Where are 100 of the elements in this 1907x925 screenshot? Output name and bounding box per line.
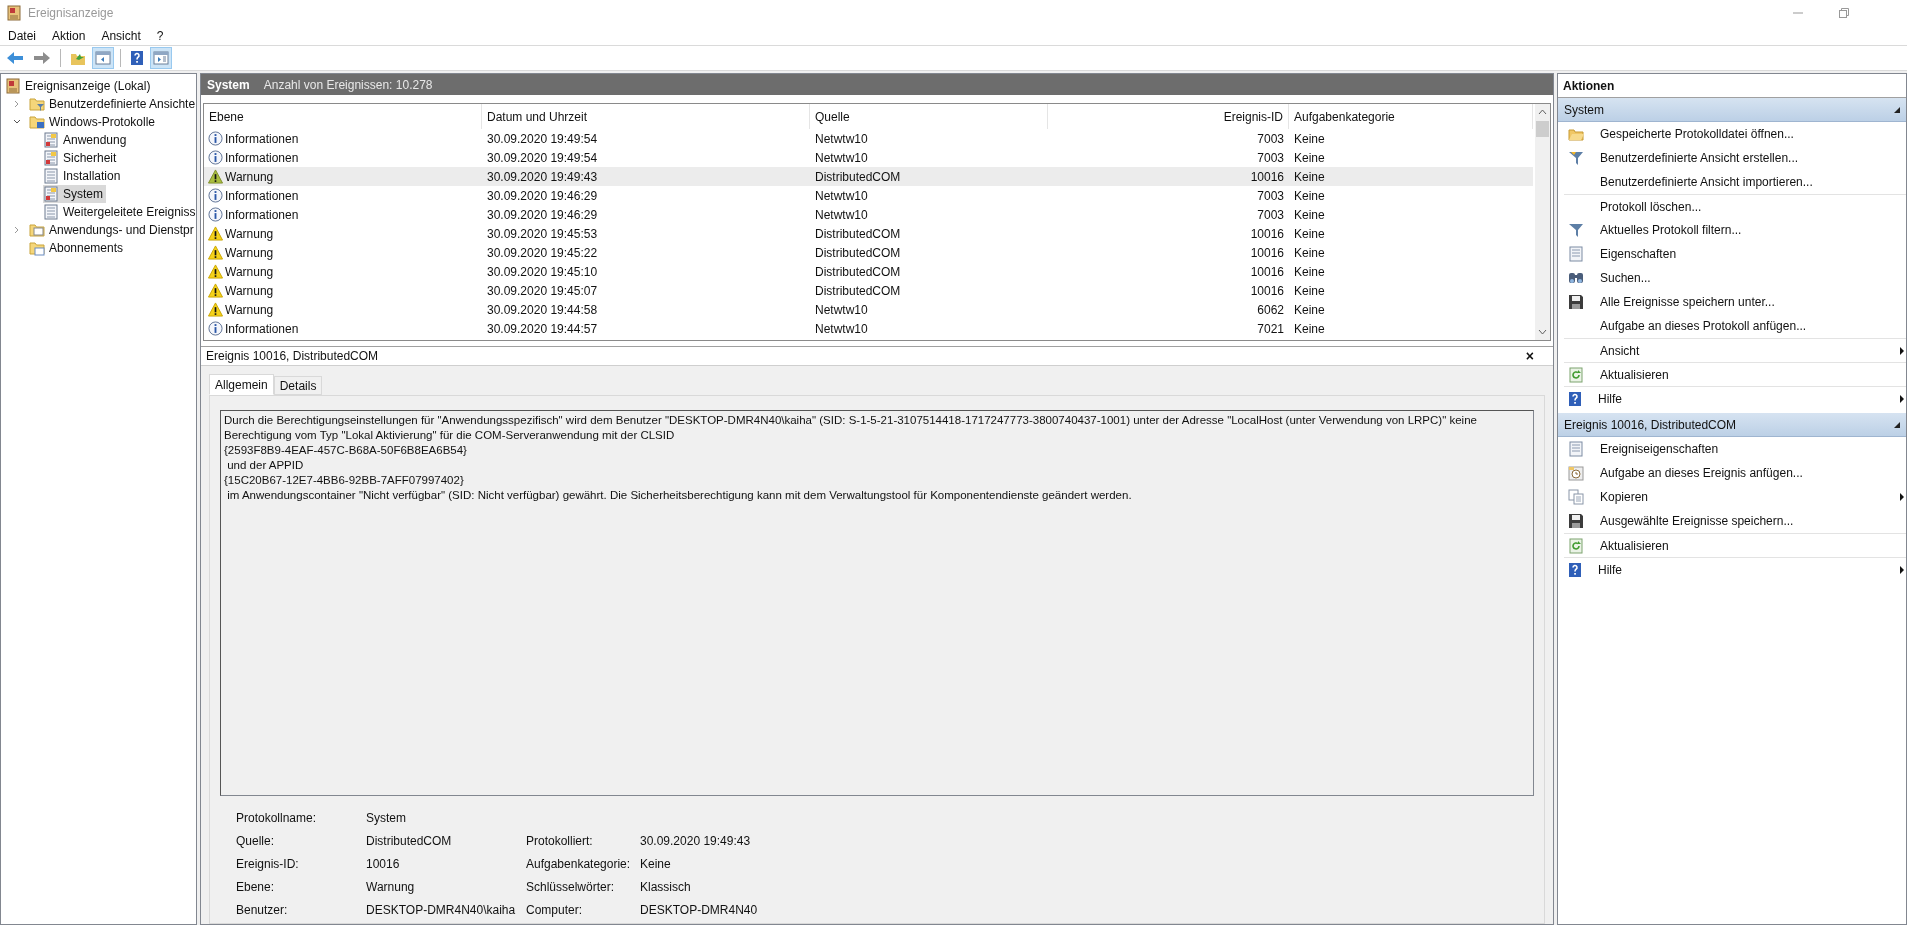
event-row[interactable]: Informationen 30.09.2020 19:49:54 Netwtw10 7003 Keine	[204, 148, 1533, 167]
folder-icon	[29, 114, 45, 130]
warning-icon	[208, 264, 223, 279]
field-label: Ereignis-ID:	[236, 855, 300, 873]
field-value: System	[366, 809, 407, 827]
task-clock-icon	[1568, 465, 1584, 481]
section-header[interactable]: Ereignis 10016, DistributedCOM	[1558, 413, 1906, 437]
tree-item[interactable]: Sicherheit	[43, 149, 120, 167]
info-icon	[208, 207, 223, 222]
tree-item[interactable]: Anwendungs- und Dienstpr	[29, 221, 196, 239]
menu-item[interactable]: Datei	[0, 25, 44, 46]
action-item[interactable]: Ereigniseigenschaften	[1558, 437, 1906, 461]
event-row[interactable]: Informationen 30.09.2020 19:44:57 Netwtw10 7021 Keine	[204, 319, 1533, 338]
expand-caret-icon[interactable]	[13, 226, 21, 234]
filter-icon	[1568, 222, 1584, 238]
window-title: Ereignisanzeige	[28, 5, 114, 22]
filter-icon	[1568, 150, 1584, 166]
event-count: Anzahl von Ereignissen: 10.278	[263, 76, 433, 94]
log-icon	[43, 132, 59, 148]
action-item[interactable]: Aktuelles Protokoll filtern...	[1558, 218, 1906, 242]
column-header[interactable]: Ebene	[209, 107, 244, 126]
event-row[interactable]: Warnung 30.09.2020 19:45:07 DistributedCOM 10016 Keine	[204, 281, 1533, 300]
table-cell: 7003	[1257, 131, 1284, 146]
action-item[interactable]: Ausgewählte Ereignisse speichern...	[1558, 509, 1906, 533]
tree-item[interactable]: Abonnements	[29, 239, 127, 257]
expand-caret-icon[interactable]	[13, 100, 21, 108]
info-icon	[208, 150, 223, 165]
tree-item[interactable]: Weitergeleitete Ereigniss	[43, 203, 196, 221]
table-cell-text: Warnung	[225, 225, 274, 243]
table-cell: 30.09.2020 19:44:58	[487, 302, 598, 317]
table-cell-text: Informationen	[225, 187, 299, 205]
action-item[interactable]: Benutzerdefinierte Ansicht erstellen...	[1558, 146, 1906, 170]
table-cell: 30.09.2020 19:44:57	[487, 321, 598, 336]
action-item[interactable]: Gespeicherte Protokolldatei öffnen...	[1558, 122, 1906, 146]
action-item[interactable]: Kopieren	[1558, 485, 1906, 509]
table-cell: Netwtw10	[815, 321, 868, 336]
action-item[interactable]: Aktualisieren	[1564, 534, 1906, 557]
log-icon	[43, 150, 59, 166]
action-item[interactable]: Hilfe	[1564, 558, 1906, 581]
action-item[interactable]: Hilfe	[1564, 387, 1906, 410]
section-header[interactable]: System	[1558, 98, 1906, 122]
event-row[interactable]: Warnung 30.09.2020 19:44:58 Netwtw10 6062 Keine	[204, 300, 1533, 319]
restore-icon	[1839, 8, 1849, 18]
event-row[interactable]: Warnung 30.09.2020 19:45:22 DistributedCOM 10016 Keine	[204, 243, 1533, 262]
table-cell: 7003	[1257, 150, 1284, 165]
scrollbar-thumb[interactable]	[1536, 121, 1549, 137]
event-row[interactable]: Warnung 30.09.2020 19:45:10 DistributedCOM 10016 Keine	[204, 262, 1533, 281]
action-item[interactable]: Benutzerdefinierte Ansicht importieren...	[1558, 170, 1906, 194]
action-pane-toggle-button[interactable]	[150, 47, 172, 69]
action-item[interactable]: Suchen...	[1558, 266, 1906, 290]
menu-item[interactable]: Aktion	[44, 25, 94, 46]
tab[interactable]: Allgemein	[209, 374, 274, 395]
action-item[interactable]: Eigenschaften	[1558, 242, 1906, 266]
properties-icon	[1568, 441, 1584, 457]
table-cell: Keine	[1294, 188, 1325, 203]
event-row[interactable]: Informationen 30.09.2020 19:49:54 Netwtw10 7003 Keine	[204, 129, 1533, 148]
refresh-icon	[1568, 366, 1584, 383]
menu-item[interactable]: Ansicht	[93, 25, 149, 46]
field-label: Protokollname:	[236, 809, 318, 827]
field-value: DESKTOP-DMR4N40\kaiha	[366, 901, 517, 919]
folder-icon	[29, 222, 45, 238]
column-header[interactable]: Ereignis-ID	[1223, 107, 1283, 126]
action-item[interactable]: Aufgabe an dieses Ereignis anfügen...	[1558, 461, 1906, 485]
warning-icon	[208, 302, 223, 317]
tree-item[interactable]: Windows-Protokolle	[29, 113, 159, 131]
action-item[interactable]: Aktualisieren	[1564, 363, 1906, 386]
action-item[interactable]: Ansicht	[1564, 339, 1906, 362]
column-header[interactable]: Quelle	[815, 107, 850, 126]
event-row[interactable]: Warnung 30.09.2020 19:45:53 DistributedCOM 10016 Keine	[204, 224, 1533, 243]
table-cell: 30.09.2020 19:46:29	[487, 207, 598, 222]
table-cell: Keine	[1294, 207, 1325, 222]
tree-item[interactable]: Anwendung	[43, 131, 130, 149]
event-row[interactable]: Informationen 30.09.2020 19:46:29 Netwtw10 7003 Keine	[204, 186, 1533, 205]
action-item[interactable]: Aufgabe an dieses Protokoll anfügen...	[1558, 314, 1906, 338]
column-header[interactable]: Aufgabenkategorie	[1294, 107, 1395, 126]
tree-item[interactable]: Ereignisanzeige (Lokal)	[5, 77, 154, 95]
vertical-scrollbar[interactable]	[1535, 104, 1550, 340]
table-cell: Netwtw10	[815, 302, 868, 317]
tree-item[interactable]: Benutzerdefinierte Ansichte	[29, 95, 196, 113]
pane-left-icon	[95, 50, 111, 66]
action-item[interactable]: Protokoll löschen...	[1564, 195, 1906, 218]
table-cell-text: Warnung	[225, 301, 274, 319]
action-item[interactable]: Alle Ereignisse speichern unter...	[1558, 290, 1906, 314]
column-header[interactable]: Datum und Uhrzeit	[487, 107, 588, 126]
event-row[interactable]: Warnung 30.09.2020 19:49:43 DistributedCOM 10016 Keine	[204, 167, 1533, 186]
tab[interactable]: Details	[273, 376, 323, 395]
table-cell: Netwtw10	[815, 207, 868, 222]
table-cell: 7003	[1257, 207, 1284, 222]
table-cell: Keine	[1294, 283, 1325, 298]
tree-item[interactable]: System	[43, 185, 106, 203]
tree-item[interactable]: Installation	[43, 167, 124, 185]
close-button[interactable]: ×	[1521, 349, 1538, 363]
table-cell-text: Warnung	[225, 263, 274, 281]
tree-pane-toggle-button[interactable]	[92, 47, 114, 69]
menu-item[interactable]: ?	[148, 25, 172, 46]
event-row[interactable]: Informationen 30.09.2020 19:46:29 Netwtw10 7003 Keine	[204, 205, 1533, 224]
table-cell: Keine	[1294, 169, 1325, 184]
collapse-caret-icon[interactable]	[13, 118, 21, 126]
help-icon	[1568, 390, 1582, 407]
field-value: Warnung	[366, 878, 416, 896]
